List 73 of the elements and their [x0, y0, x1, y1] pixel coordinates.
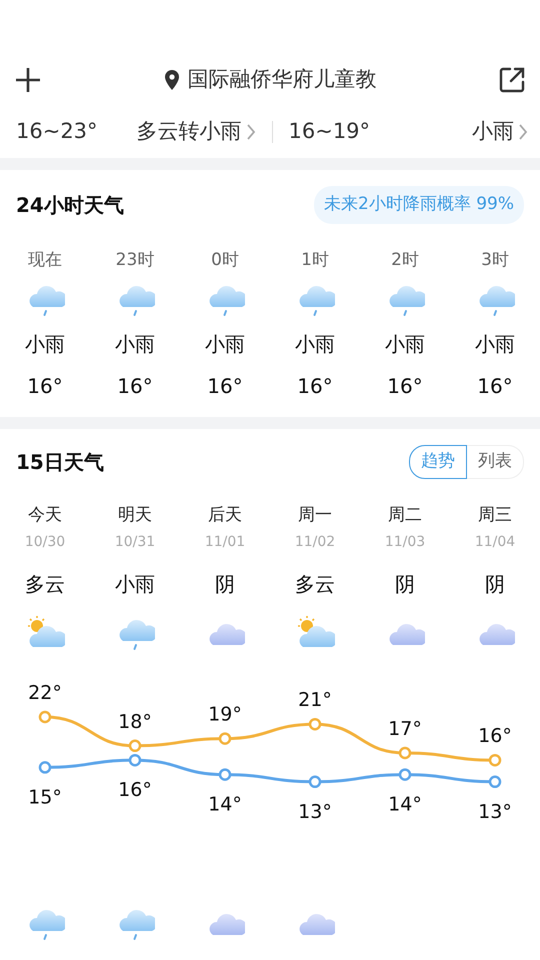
- data-point: [398, 768, 412, 781]
- temperature-label: 15°: [28, 786, 62, 808]
- weather-condition: 小雨: [25, 331, 65, 358]
- weather-condition: 多云: [295, 571, 335, 598]
- rain-probability-badge: 未来2小时降雨概率 99%: [314, 186, 524, 224]
- weather-condition: 阴: [215, 571, 235, 598]
- hour-label: 1时: [301, 248, 329, 272]
- date-label: 11/03: [384, 533, 426, 552]
- data-point: [128, 754, 142, 766]
- data-point: [398, 746, 412, 760]
- weather-condition: 小雨: [475, 331, 515, 358]
- day-label: 周一: [298, 504, 332, 526]
- temperature-label: 13°: [298, 800, 332, 823]
- weather-condition: 小雨: [385, 331, 425, 358]
- weather-condition: 阴: [485, 571, 505, 598]
- data-point: [38, 710, 52, 724]
- date-label: 11/04: [474, 533, 516, 552]
- temperature: 16°: [27, 373, 63, 400]
- weather-condition: 阴: [395, 571, 415, 598]
- location-name: 国际融侨华府儿童教: [188, 66, 376, 94]
- temperature-label: 18°: [118, 710, 152, 733]
- data-point: [308, 776, 322, 788]
- temperature-label: 14°: [388, 794, 422, 816]
- weather-condition: 小雨: [115, 331, 155, 358]
- temperature-range: 16~19°: [288, 118, 370, 146]
- date-label: 10/31: [114, 533, 156, 552]
- weather-condition: 多云: [25, 571, 65, 598]
- temperature: 16°: [117, 373, 153, 400]
- temperature: 16°: [207, 373, 243, 400]
- data-point: [488, 776, 502, 788]
- weather-condition: 小雨: [295, 331, 335, 358]
- temperature-label: 13°: [478, 800, 512, 823]
- view-tab[interactable]: 趋势: [409, 445, 467, 478]
- date-label: 11/01: [204, 533, 246, 552]
- hour-label: 2时: [391, 248, 419, 272]
- temperature-label: 22°: [28, 682, 62, 704]
- date-label: 10/30: [24, 533, 66, 552]
- date-label: 11/02: [294, 533, 336, 552]
- data-point: [128, 740, 142, 752]
- section-title: 15日天气: [16, 448, 104, 476]
- temperature-label: 21°: [298, 689, 332, 712]
- temperature: 16°: [297, 373, 333, 400]
- temperature-label: 17°: [388, 718, 422, 740]
- share-icon[interactable]: [498, 66, 526, 94]
- temperature: 16°: [387, 373, 423, 400]
- data-point: [218, 768, 232, 781]
- weather-condition: 多云转小雨: [136, 118, 242, 146]
- data-point: [218, 732, 232, 745]
- day-label: 周二: [388, 504, 422, 526]
- weather-condition: 小雨: [472, 118, 514, 146]
- data-point: [308, 718, 322, 730]
- temperature-label: 14°: [208, 794, 242, 816]
- weather-condition: 小雨: [115, 571, 155, 598]
- temperature-range: 16~23°: [16, 118, 98, 146]
- temperature: 16°: [477, 373, 513, 400]
- temperature-label: 16°: [478, 725, 512, 748]
- section-title: 24小时天气: [16, 192, 124, 219]
- hour-label: 23时: [116, 248, 154, 272]
- hour-label: 0时: [211, 248, 239, 272]
- add-icon[interactable]: [14, 66, 42, 94]
- temperature-label: 16°: [118, 779, 152, 802]
- day-label: 后天: [208, 504, 242, 526]
- weather-condition: 小雨: [205, 331, 245, 358]
- hour-label: 现在: [28, 248, 62, 272]
- day-label: 今天: [28, 504, 62, 526]
- hour-label: 3时: [481, 248, 509, 272]
- day-label: 周三: [478, 504, 512, 526]
- location-pin-icon: [164, 69, 180, 91]
- temperature-label: 19°: [208, 704, 242, 726]
- data-point: [488, 754, 502, 766]
- view-tab[interactable]: 列表: [467, 445, 524, 478]
- data-point: [38, 761, 52, 774]
- day-label: 明天: [118, 504, 152, 526]
